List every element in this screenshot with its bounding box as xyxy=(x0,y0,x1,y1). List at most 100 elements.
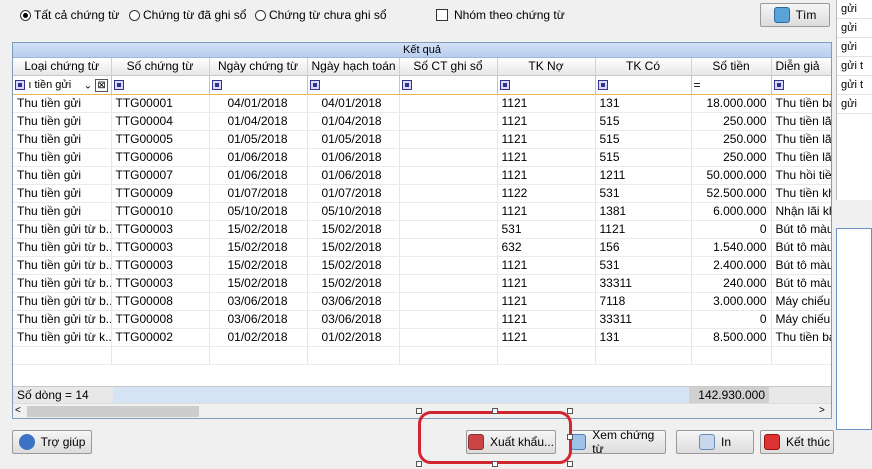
table-cell[interactable]: 131 xyxy=(595,94,692,113)
filter-cell[interactable] xyxy=(209,75,308,95)
scrollbar-thumb[interactable] xyxy=(27,406,199,417)
table-cell[interactable]: 50.000.000 xyxy=(691,166,772,185)
table-row[interactable]: Thu tiền gửi TTG00001 04/01/2018 04/01/2018… xyxy=(13,94,831,113)
table-cell[interactable]: 05/10/2018 xyxy=(209,202,308,221)
column-header[interactable]: Diễn giả xyxy=(771,58,831,76)
table-cell[interactable] xyxy=(399,94,498,113)
side-list-item[interactable]: gửi xyxy=(837,38,872,57)
table-cell[interactable]: 1121 xyxy=(497,310,596,329)
radio-all-documents[interactable]: Tất cả chứng từ xyxy=(20,8,119,22)
filter-icon[interactable] xyxy=(15,80,25,91)
filter-cell[interactable] xyxy=(595,75,692,95)
table-cell[interactable]: 531 xyxy=(595,256,692,275)
table-cell[interactable]: Máy chiếu S xyxy=(771,310,831,329)
table-cell[interactable]: 03/06/2018 xyxy=(209,310,308,329)
table-cell[interactable]: TTG00006 xyxy=(111,148,210,167)
table-cell[interactable]: 1121 xyxy=(497,256,596,275)
table-cell[interactable]: Thu tiền gửi từ b... xyxy=(13,256,112,275)
table-cell[interactable]: 05/10/2018 xyxy=(307,202,400,221)
side-list-item[interactable]: gửi xyxy=(837,0,872,19)
table-cell[interactable] xyxy=(399,148,498,167)
filter-cell[interactable] xyxy=(771,75,831,95)
table-cell[interactable]: Thu tiền gửi từ b... xyxy=(13,220,112,239)
table-cell[interactable]: 515 xyxy=(595,112,692,131)
table-cell[interactable]: Thu hồi tiền xyxy=(771,166,831,185)
table-cell[interactable]: 131 xyxy=(595,328,692,347)
filter-icon[interactable] xyxy=(499,80,510,91)
table-row[interactable]: Thu tiền gửi TTG00005 01/05/2018 01/05/2018… xyxy=(13,130,831,149)
table-cell[interactable]: Bút tô màu xyxy=(771,256,831,275)
table-cell[interactable]: 01/02/2018 xyxy=(209,328,308,347)
filter-icon[interactable] xyxy=(597,80,608,91)
table-cell[interactable]: 6.000.000 xyxy=(691,202,772,221)
table-cell[interactable]: 1121 xyxy=(497,148,596,167)
table-cell[interactable] xyxy=(399,130,498,149)
side-list-item[interactable]: gửi t xyxy=(837,76,872,95)
column-header[interactable]: TK Nợ xyxy=(497,58,596,76)
table-row[interactable]: Thu tiền gửi từ b... TTG00008 03/06/2018 03… xyxy=(13,292,831,311)
table-cell[interactable]: 01/04/2018 xyxy=(307,112,400,131)
table-cell[interactable]: 1121 xyxy=(497,94,596,113)
table-row[interactable]: Thu tiền gửi TTG00007 01/06/2018 01/06/2018… xyxy=(13,166,831,185)
table-cell[interactable]: 1121 xyxy=(497,166,596,185)
table-cell[interactable]: TTG00008 xyxy=(111,292,210,311)
table-cell[interactable] xyxy=(399,256,498,275)
table-cell[interactable]: Thu tiền gửi từ b... xyxy=(13,310,112,329)
table-cell[interactable]: 33311 xyxy=(595,274,692,293)
table-cell[interactable] xyxy=(399,112,498,131)
table-cell[interactable]: 01/04/2018 xyxy=(209,112,308,131)
table-cell[interactable]: 240.000 xyxy=(691,274,772,293)
table-cell[interactable]: 01/06/2018 xyxy=(307,148,400,167)
table-cell[interactable] xyxy=(399,328,498,347)
table-cell[interactable]: Thu tiền bán xyxy=(771,94,831,113)
table-row[interactable]: Thu tiền gửi từ b... TTG00003 15/02/2018 15… xyxy=(13,220,831,239)
view-document-button[interactable]: Xem chứng từ xyxy=(570,428,666,456)
table-row[interactable]: Thu tiền gửi TTG00009 01/07/2018 01/07/2018… xyxy=(13,184,831,203)
table-cell[interactable]: 1121 xyxy=(497,292,596,311)
column-header[interactable]: Số tiền xyxy=(691,58,772,76)
table-cell[interactable]: 15/02/2018 xyxy=(307,238,400,257)
table-cell[interactable]: Thu tiền gửi xyxy=(13,202,112,221)
table-row[interactable]: Thu tiền gửi từ b... TTG00008 03/06/2018 03… xyxy=(13,310,831,329)
table-cell[interactable]: 01/05/2018 xyxy=(209,130,308,149)
table-cell[interactable]: 18.000.000 xyxy=(691,94,772,113)
side-list-item[interactable]: gửi t xyxy=(837,57,872,76)
column-header[interactable]: Ngày hạch toán xyxy=(307,58,400,76)
filter-icon[interactable] xyxy=(309,80,320,91)
table-cell[interactable]: 01/07/2018 xyxy=(307,184,400,203)
table-cell[interactable] xyxy=(399,202,498,221)
table-cell[interactable]: 1121 xyxy=(497,112,596,131)
table-cell[interactable]: Thu tiền gửi xyxy=(13,148,112,167)
group-by-document-checkbox[interactable]: Nhóm theo chứng từ xyxy=(436,8,565,22)
search-button[interactable]: Tìm xyxy=(760,3,830,27)
filter-cell[interactable] xyxy=(307,75,400,95)
table-cell[interactable] xyxy=(399,310,498,329)
table-cell[interactable]: Thu tiền lãi xyxy=(771,148,831,167)
table-row[interactable]: Thu tiền gửi từ k... TTG00002 01/02/2018 01… xyxy=(13,328,831,347)
table-cell[interactable]: 1121 xyxy=(595,220,692,239)
table-cell[interactable]: 1121 xyxy=(497,274,596,293)
table-cell[interactable]: TTG00005 xyxy=(111,130,210,149)
column-header[interactable]: TK Có xyxy=(595,58,692,76)
table-cell[interactable]: Thu tiền lãi xyxy=(771,112,831,131)
table-row[interactable]: Thu tiền gửi từ b... TTG00003 15/02/2018 15… xyxy=(13,256,831,275)
filter-icon[interactable] xyxy=(401,80,412,91)
table-cell[interactable]: TTG00003 xyxy=(111,238,210,257)
table-cell[interactable]: Thu tiền gửi xyxy=(13,184,112,203)
table-cell[interactable]: 01/06/2018 xyxy=(209,166,308,185)
table-cell[interactable] xyxy=(399,166,498,185)
table-cell[interactable]: 1211 xyxy=(595,166,692,185)
table-cell[interactable] xyxy=(399,274,498,293)
table-cell[interactable]: 632 xyxy=(497,238,596,257)
table-cell[interactable]: 8.500.000 xyxy=(691,328,772,347)
table-cell[interactable]: 1122 xyxy=(497,184,596,203)
table-cell[interactable]: 03/06/2018 xyxy=(307,310,400,329)
column-header[interactable]: Số chứng từ xyxy=(111,58,210,76)
table-cell[interactable]: 1121 xyxy=(497,202,596,221)
table-cell[interactable]: Thu tiền gửi từ b... xyxy=(13,292,112,311)
filter-cell[interactable] xyxy=(399,75,498,95)
table-cell[interactable]: 15/02/2018 xyxy=(307,274,400,293)
table-cell[interactable]: TTG00004 xyxy=(111,112,210,131)
table-cell[interactable]: Thu tiền gửi xyxy=(13,166,112,185)
table-cell[interactable]: TTG00008 xyxy=(111,310,210,329)
